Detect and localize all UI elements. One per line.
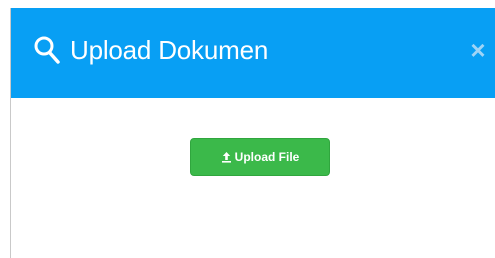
upload-file-label: Upload File — [234, 150, 300, 164]
close-button[interactable]: × — [461, 34, 495, 66]
modal-body: Upload File — [11, 98, 495, 258]
upload-document-modal: Upload Dokumen × Upload File — [10, 8, 495, 258]
modal-header: Upload Dokumen × — [11, 8, 495, 98]
modal-title: Upload Dokumen — [70, 34, 269, 65]
modal-title-group: Upload Dokumen — [33, 33, 268, 67]
upload-file-button[interactable]: Upload File — [190, 138, 330, 176]
upload-icon — [221, 152, 231, 163]
search-icon — [34, 36, 60, 64]
close-icon: × — [470, 34, 486, 65]
page: Upload Dokumen × Upload File — [0, 0, 495, 258]
